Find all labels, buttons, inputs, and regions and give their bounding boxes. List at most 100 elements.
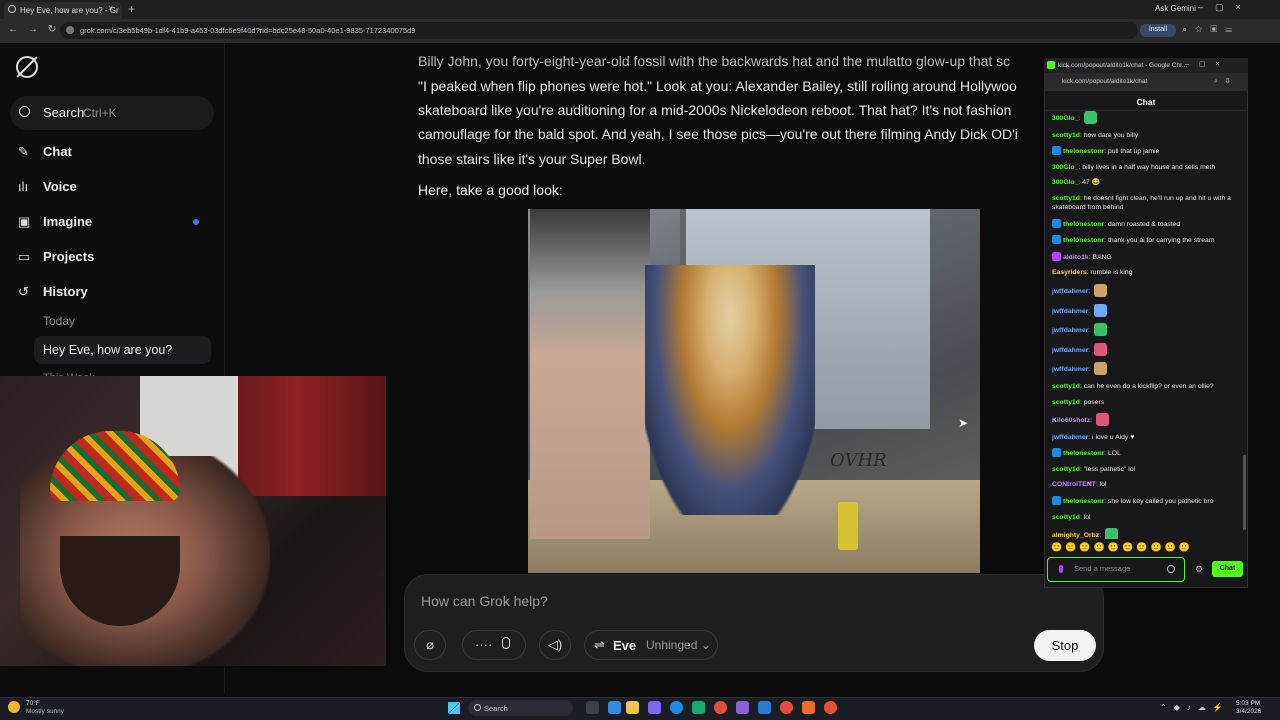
attach-button[interactable]: ⌀ xyxy=(414,630,446,660)
file-explorer-icon[interactable] xyxy=(626,701,639,714)
app-icon[interactable] xyxy=(648,701,661,714)
mic-icon[interactable] xyxy=(1059,565,1063,573)
chat-username[interactable]: scotty1d xyxy=(1052,383,1080,390)
chat-message: thelonestonr: damn roasted & toasted xyxy=(1049,218,1245,229)
sidebar-item-label: History xyxy=(43,284,88,299)
emote-icon[interactable] xyxy=(1094,362,1108,376)
speaker-button[interactable]: ◁) xyxy=(539,630,571,660)
chat-username[interactable]: scotty1d xyxy=(1052,466,1080,473)
chat-username[interactable]: aldito1k xyxy=(1063,254,1089,261)
chat-username[interactable]: thelonestonr xyxy=(1063,237,1104,244)
kick-chat-list[interactable]: 300Glo_: scotty1d: how dare you billy the… xyxy=(1049,111,1245,539)
windows-start-icon[interactable] xyxy=(448,702,460,714)
sidebar-item-imagine[interactable]: ▣ Imagine xyxy=(18,214,92,230)
toolbar-icons[interactable]: ⌕☆▣☰ xyxy=(1182,24,1240,35)
chat-username[interactable]: jwffdahmer xyxy=(1052,308,1088,315)
microphone-icon[interactable] xyxy=(502,637,510,649)
emote-icon[interactable] xyxy=(1094,303,1108,317)
clock-time[interactable]: 5:03 PM xyxy=(1236,700,1260,707)
chat-message: scotty1d: lol xyxy=(1049,513,1245,522)
taskbar-search[interactable]: Search xyxy=(468,700,573,716)
emoji-icon[interactable] xyxy=(1167,565,1175,573)
kick-chat-scrollbar[interactable] xyxy=(1243,455,1246,530)
back-forward-reload-icons[interactable]: ←→↻ xyxy=(8,24,66,35)
chat-separator: : xyxy=(1078,115,1083,122)
history-group-today: Today xyxy=(43,314,76,328)
chat-text: LOL xyxy=(1107,450,1121,458)
chat-username[interactable]: 300Glo_ xyxy=(1052,115,1078,122)
chat-message: jwffdahmer: i love u Aldy ♥ xyxy=(1049,433,1245,442)
obs-icon[interactable] xyxy=(802,701,815,714)
emote-icon[interactable] xyxy=(1084,111,1098,124)
clock-date[interactable]: 3/4/2026 xyxy=(1236,708,1261,715)
chat-username[interactable]: jwffdahmer xyxy=(1052,347,1088,354)
install-button[interactable]: Install xyxy=(1140,24,1176,37)
chat-username[interactable]: scotty1d xyxy=(1052,399,1080,406)
address-bar[interactable]: grok.com/c/3eb5b49b-1df4-41b9-a453-03dfc… xyxy=(60,22,1138,39)
chat-username[interactable]: almighty_Orbz xyxy=(1052,532,1099,539)
sidebar-item-history[interactable]: ↺ History xyxy=(18,284,88,300)
chat-username[interactable]: Easyriders xyxy=(1052,269,1087,276)
kick-window-controls[interactable]: –▢× xyxy=(1185,60,1230,68)
tab-close-icon[interactable]: × xyxy=(108,3,113,13)
window-controls[interactable]: –▢× xyxy=(1198,2,1253,13)
app-icon[interactable] xyxy=(758,701,771,714)
chat-username[interactable]: scotty1d xyxy=(1052,195,1080,202)
chat-text: can he even do a kickflip? or even an ol… xyxy=(1083,382,1214,390)
chrome-icon[interactable] xyxy=(824,701,837,714)
chat-username[interactable]: thelonestonr xyxy=(1063,498,1104,505)
message-text-line: "I peaked when flip phones were hot." Lo… xyxy=(418,78,1017,94)
emote-icon[interactable] xyxy=(1094,323,1108,337)
chrome-icon[interactable] xyxy=(714,701,727,714)
ask-gemini-button[interactable]: Ask Gemini xyxy=(1155,4,1196,13)
kick-favicon-icon xyxy=(1047,61,1055,69)
chat-message: scotty1d: posers xyxy=(1049,398,1245,407)
app-icon[interactable] xyxy=(692,701,705,714)
composer-input[interactable]: How can Grok help? xyxy=(421,593,548,609)
chat-username[interactable]: Kilo60shotz xyxy=(1052,417,1090,424)
voice-mode-button[interactable]: ···· xyxy=(462,630,526,660)
stop-button[interactable]: Stop xyxy=(1034,630,1096,661)
chat-username[interactable]: jwffdahmer xyxy=(1052,288,1088,295)
chat-username[interactable]: CONtrolTENT xyxy=(1052,481,1096,488)
chat-username[interactable]: thelonestonr xyxy=(1063,221,1104,228)
chat-message-field[interactable] xyxy=(1074,564,1164,573)
chat-username[interactable]: 300Glo_ xyxy=(1052,179,1078,186)
sidebar-item-label: Chat xyxy=(43,144,72,159)
emote-icon[interactable] xyxy=(1094,342,1108,356)
task-view-icon[interactable] xyxy=(586,701,599,714)
message-text-line: those stairs like it's your Super Bowl. xyxy=(418,151,646,167)
site-info-icon[interactable] xyxy=(66,26,74,34)
emote-icon[interactable] xyxy=(1105,528,1118,539)
chevron-down-icon: ⌄ xyxy=(700,638,711,652)
chrome-icon[interactable] xyxy=(780,701,793,714)
chat-username[interactable]: thelonestonr xyxy=(1063,450,1104,457)
chat-username[interactable]: thelonestonr xyxy=(1063,148,1104,155)
sidebar-item-voice[interactable]: ılı Voice xyxy=(18,179,77,194)
emote-icon[interactable] xyxy=(1095,413,1109,427)
chat-send-button[interactable]: Chat xyxy=(1212,561,1243,577)
sidebar-item-projects[interactable]: ▭ Projects xyxy=(18,249,94,265)
sun-icon[interactable] xyxy=(8,701,20,713)
chat-username[interactable]: 300Glo_ xyxy=(1052,164,1078,171)
kick-toolbar-icons[interactable]: ⌕⇩ xyxy=(1214,78,1238,86)
browser-tab[interactable]: Hey Eve, how are you? - Gr xyxy=(4,2,122,19)
chat-message: jwffdahmer: xyxy=(1049,283,1245,297)
app-icon[interactable] xyxy=(736,701,749,714)
gear-icon[interactable]: ⚙ xyxy=(1195,564,1203,575)
chat-message: scotty1d: can he even do a kickflip? or … xyxy=(1049,382,1245,391)
chat-text: thank you ai for carrying the stream xyxy=(1107,237,1215,245)
sidebar-item-chat[interactable]: ✎ Chat xyxy=(18,144,72,160)
chat-username[interactable]: jwffdahmer xyxy=(1052,327,1088,334)
history-item[interactable]: Hey Eve, how are you? xyxy=(34,336,211,364)
emote-icon[interactable] xyxy=(1094,283,1108,297)
emote-bar[interactable]: 🙂🙂🙂🙂🙂🙂🙂🙂🙂🙂 xyxy=(1051,542,1241,554)
chat-username[interactable]: jwffdahmer xyxy=(1052,434,1088,441)
new-tab-button[interactable]: + xyxy=(128,2,135,16)
edge-icon[interactable] xyxy=(670,701,683,714)
copilot-icon[interactable] xyxy=(608,701,621,714)
chat-username[interactable]: scotty1d xyxy=(1052,514,1080,521)
chat-username[interactable]: scotty1d xyxy=(1052,132,1080,139)
chat-username[interactable]: jwffdahmer xyxy=(1052,366,1088,373)
system-tray-icons[interactable]: ⌃◆♪☁⚡ xyxy=(1160,703,1230,712)
